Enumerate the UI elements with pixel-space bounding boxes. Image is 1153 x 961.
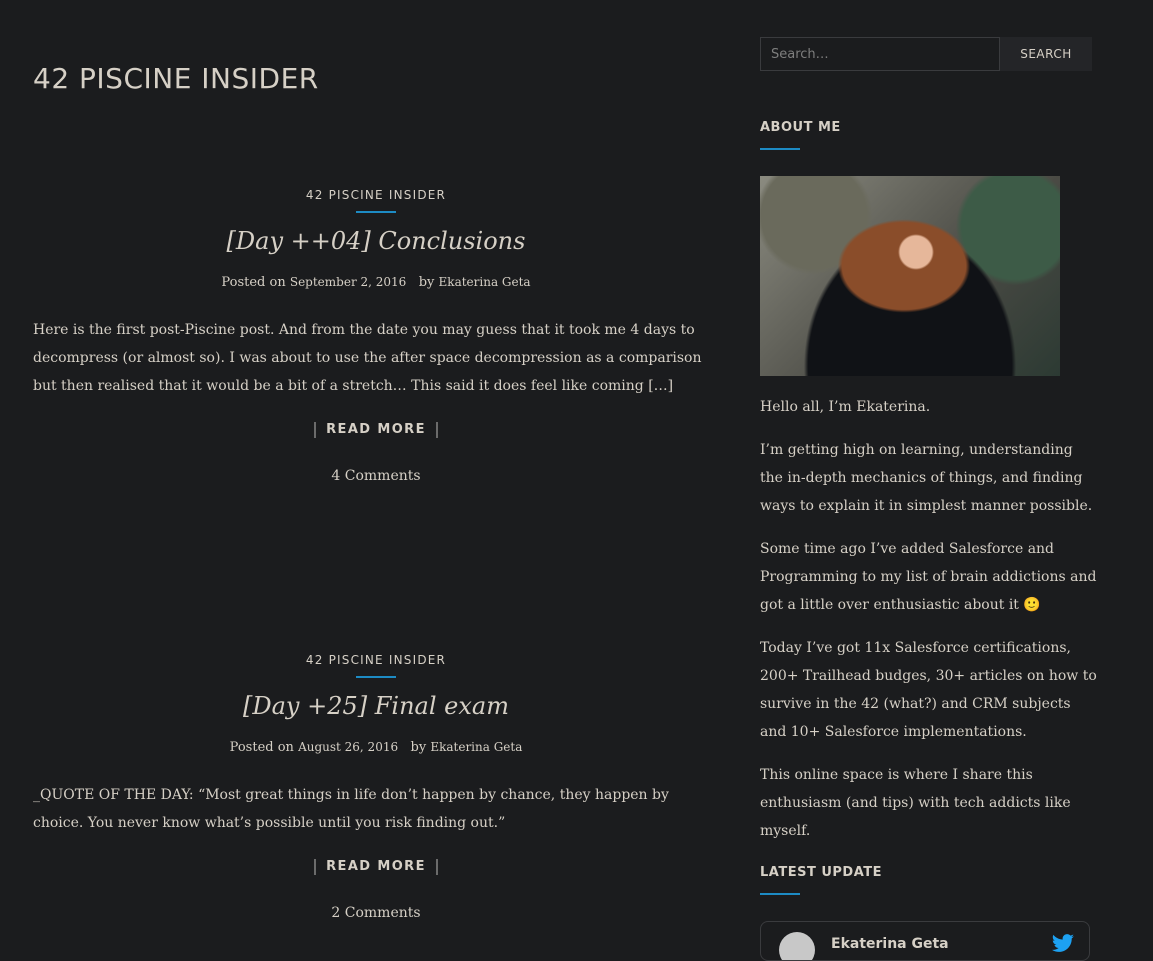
post-author-link[interactable]: Ekaterina Geta — [439, 275, 531, 289]
post-excerpt: _QUOTE OF THE DAY: “Most great things in… — [33, 787, 669, 831]
post-date-link[interactable]: September 2, 2016 — [290, 275, 406, 289]
comments-link[interactable]: 4 Comments — [33, 468, 719, 484]
post-category-link[interactable]: 42 PISCINE INSIDER — [306, 653, 446, 667]
about-paragraph: Hello all, I’m Ekaterina. — [760, 399, 931, 415]
twitter-timeline-card[interactable]: Ekaterina Geta — [760, 921, 1090, 961]
search-input[interactable] — [760, 37, 1000, 71]
posted-on-label: Posted on — [229, 740, 294, 755]
read-more-button[interactable]: READ MORE — [314, 422, 438, 438]
posted-on-label: Posted on — [221, 275, 286, 290]
post-excerpt: Here is the first post-Piscine post. And… — [33, 322, 702, 394]
page-title: 42 PISCINE INSIDER — [33, 62, 319, 95]
comments-link[interactable]: 2 Comments — [33, 905, 719, 921]
by-label: by — [410, 740, 427, 755]
latest-update-underline — [760, 893, 800, 895]
about-me-heading: ABOUT ME — [760, 120, 841, 135]
category-underline — [356, 211, 396, 213]
by-label: by — [418, 275, 435, 290]
search-form: SEARCH — [760, 37, 1092, 71]
about-text: Hello all, I’m Ekaterina. I’m getting hi… — [760, 393, 1100, 860]
about-me-underline — [760, 148, 800, 150]
about-paragraph: I’m getting high on learning, understand… — [760, 442, 1093, 514]
profile-photo — [760, 176, 1060, 376]
about-paragraph: This online space is where I share this … — [760, 767, 1071, 839]
post-author-link[interactable]: Ekaterina Geta — [430, 740, 522, 754]
tweet-author-name[interactable]: Ekaterina Geta — [831, 936, 949, 952]
post-title-link[interactable]: [Day +25] Final exam — [33, 692, 719, 720]
read-more-button[interactable]: READ MORE — [314, 859, 438, 875]
post-meta: Posted on August 26, 2016 by Ekaterina G… — [33, 740, 719, 755]
post-meta: Posted on September 2, 2016 by Ekaterina… — [33, 275, 719, 290]
post-card: 42 PISCINE INSIDER [Day +25] Final exam … — [33, 649, 719, 921]
about-paragraph: Today I’ve got 11x Salesforce certificat… — [760, 640, 1097, 740]
search-button[interactable]: SEARCH — [1000, 37, 1092, 71]
latest-update-heading: LATEST UPDATE — [760, 865, 883, 880]
post-card: 42 PISCINE INSIDER [Day ++04] Conclusion… — [33, 184, 719, 484]
post-date-link[interactable]: August 26, 2016 — [298, 740, 398, 754]
post-title-link[interactable]: [Day ++04] Conclusions — [33, 227, 719, 255]
twitter-bird-icon[interactable] — [1051, 934, 1075, 954]
about-paragraph: Some time ago I’ve added Salesforce and … — [760, 541, 1097, 613]
post-category-link[interactable]: 42 PISCINE INSIDER — [306, 188, 446, 202]
category-underline — [356, 676, 396, 678]
